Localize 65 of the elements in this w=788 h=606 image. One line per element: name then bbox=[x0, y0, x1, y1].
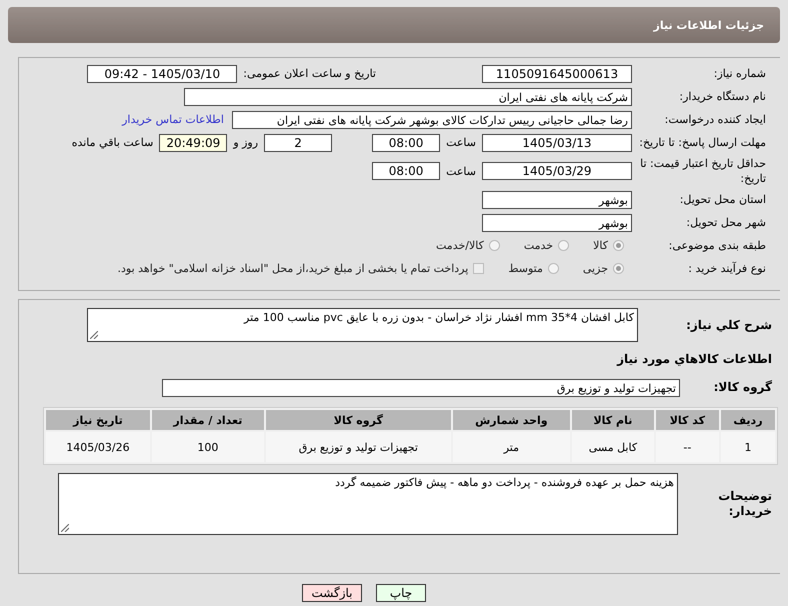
column-header: واحد شمارش bbox=[452, 410, 570, 430]
days-field: 2 bbox=[264, 134, 332, 152]
field-label: شماره نیاز: bbox=[712, 66, 767, 81]
table-cell: 1405/03/26 bbox=[46, 432, 150, 462]
description-box: کابل افشان 4*35 mm افشار نژاد خراسان - بدون زره با عایق pvc مناسب 100 متر bbox=[87, 308, 638, 342]
option-label: خدمت bbox=[524, 239, 554, 252]
announce-date-field: 1405/03/10 - 09:42 bbox=[87, 64, 238, 82]
option-label: متوسط bbox=[508, 262, 543, 275]
section-heading: اطلاعات کالاهاي مورد نياز bbox=[616, 351, 773, 368]
table-cell: 1 bbox=[720, 432, 775, 462]
radio-button[interactable] bbox=[548, 263, 559, 274]
province-field: بوشهر bbox=[482, 190, 632, 208]
print-button[interactable]: چاپ bbox=[376, 584, 426, 602]
table-cell: تجهیزات تولید و توزیع برق bbox=[266, 432, 451, 462]
creator-field: رضا جمالی حاجیانی رییس تدارکات کالای بوشهر شرکت پایانه های نفتی ایران bbox=[232, 110, 632, 128]
table-cell: متر bbox=[452, 432, 570, 462]
resize-grip-icon bbox=[90, 331, 98, 339]
goods-group-field: تجهیزات تولید و توزیع برق bbox=[162, 378, 680, 396]
page-title: جزئیات اطلاعات نیاز bbox=[654, 18, 764, 32]
table-cell: -- bbox=[656, 432, 719, 462]
deadline-time-field: 08:00 bbox=[372, 134, 440, 152]
validity-time-field: 08:00 bbox=[372, 162, 440, 180]
radio-button[interactable] bbox=[558, 240, 570, 251]
radio-button[interactable] bbox=[613, 263, 624, 274]
back-button[interactable]: بازگشت bbox=[302, 584, 362, 602]
column-header: ردیف bbox=[720, 410, 775, 430]
field-label: ساعت باقي مانده bbox=[72, 136, 154, 149]
column-header: تعداد / مقدار bbox=[152, 410, 264, 430]
field-label: توضیحات خریدار: bbox=[717, 489, 773, 519]
radio-button[interactable] bbox=[488, 240, 500, 251]
table-cell: 100 bbox=[152, 432, 264, 462]
column-header: نام کالا bbox=[572, 410, 654, 430]
radio-button[interactable] bbox=[613, 240, 624, 251]
column-header: تاریخ نیاز bbox=[46, 410, 150, 430]
city-field: بوشهر bbox=[482, 214, 632, 232]
field-label: تاریخ و ساعت اعلان عمومی: bbox=[243, 67, 376, 80]
option-label: کالا/خدمت bbox=[436, 239, 484, 252]
need-number-field: 1105091645000613 bbox=[482, 64, 632, 82]
field-label: ساعت bbox=[446, 164, 476, 178]
field-label: نوع فرآیند خرید : bbox=[687, 261, 767, 276]
field-label: شهر محل تحویل: bbox=[685, 215, 767, 230]
option-label: کالا bbox=[593, 239, 608, 252]
field-label: حداقل تاریخ اعتبار قیمت: تا تاریخ: bbox=[639, 156, 767, 186]
field-label: ایجاد کننده درخواست: bbox=[664, 112, 767, 127]
validity-date-field: 1405/03/29 bbox=[482, 162, 632, 180]
checkbox[interactable] bbox=[473, 263, 484, 274]
field-label: نام دستگاه خریدار: bbox=[678, 89, 767, 104]
field-label: طبقه بندی موضوعی: bbox=[668, 238, 767, 253]
resize-grip-icon bbox=[61, 524, 69, 532]
column-header: گروه کالا bbox=[266, 410, 451, 430]
buyer-contact-link[interactable]: اطلاعات تماس خریدار bbox=[122, 113, 224, 126]
field-label: شرح کلي نياز: bbox=[685, 318, 773, 332]
deadline-date-field: 1405/03/13 bbox=[482, 134, 632, 152]
option-label: جزیی bbox=[582, 262, 608, 275]
field-label: گروه کالا: bbox=[712, 380, 773, 395]
buyer-notes-box: هزینه حمل بر عهده فروشنده - پرداخت دو ماهه - پیش فاکتور ضمیمه گردد bbox=[58, 473, 678, 535]
field-label: استان محل تحویل: bbox=[678, 192, 767, 207]
field-label: روز و bbox=[233, 136, 258, 149]
checkbox-label: پرداخت تمام یا بخشی از مبلغ خرید،از محل "اسناد خزانه اسلامی" خواهد بود. bbox=[118, 262, 468, 275]
field-label: مهلت ارسال پاسخ: تا تاریخ: bbox=[638, 135, 767, 150]
remaining-time-field: 20:49:09 bbox=[159, 134, 228, 152]
column-header: کد کالا bbox=[656, 410, 719, 430]
table-cell: کابل مسی bbox=[572, 432, 654, 462]
buyer-org-field: شرکت پایانه های نفتی ایران bbox=[184, 88, 632, 106]
field-label: ساعت bbox=[446, 136, 476, 149]
